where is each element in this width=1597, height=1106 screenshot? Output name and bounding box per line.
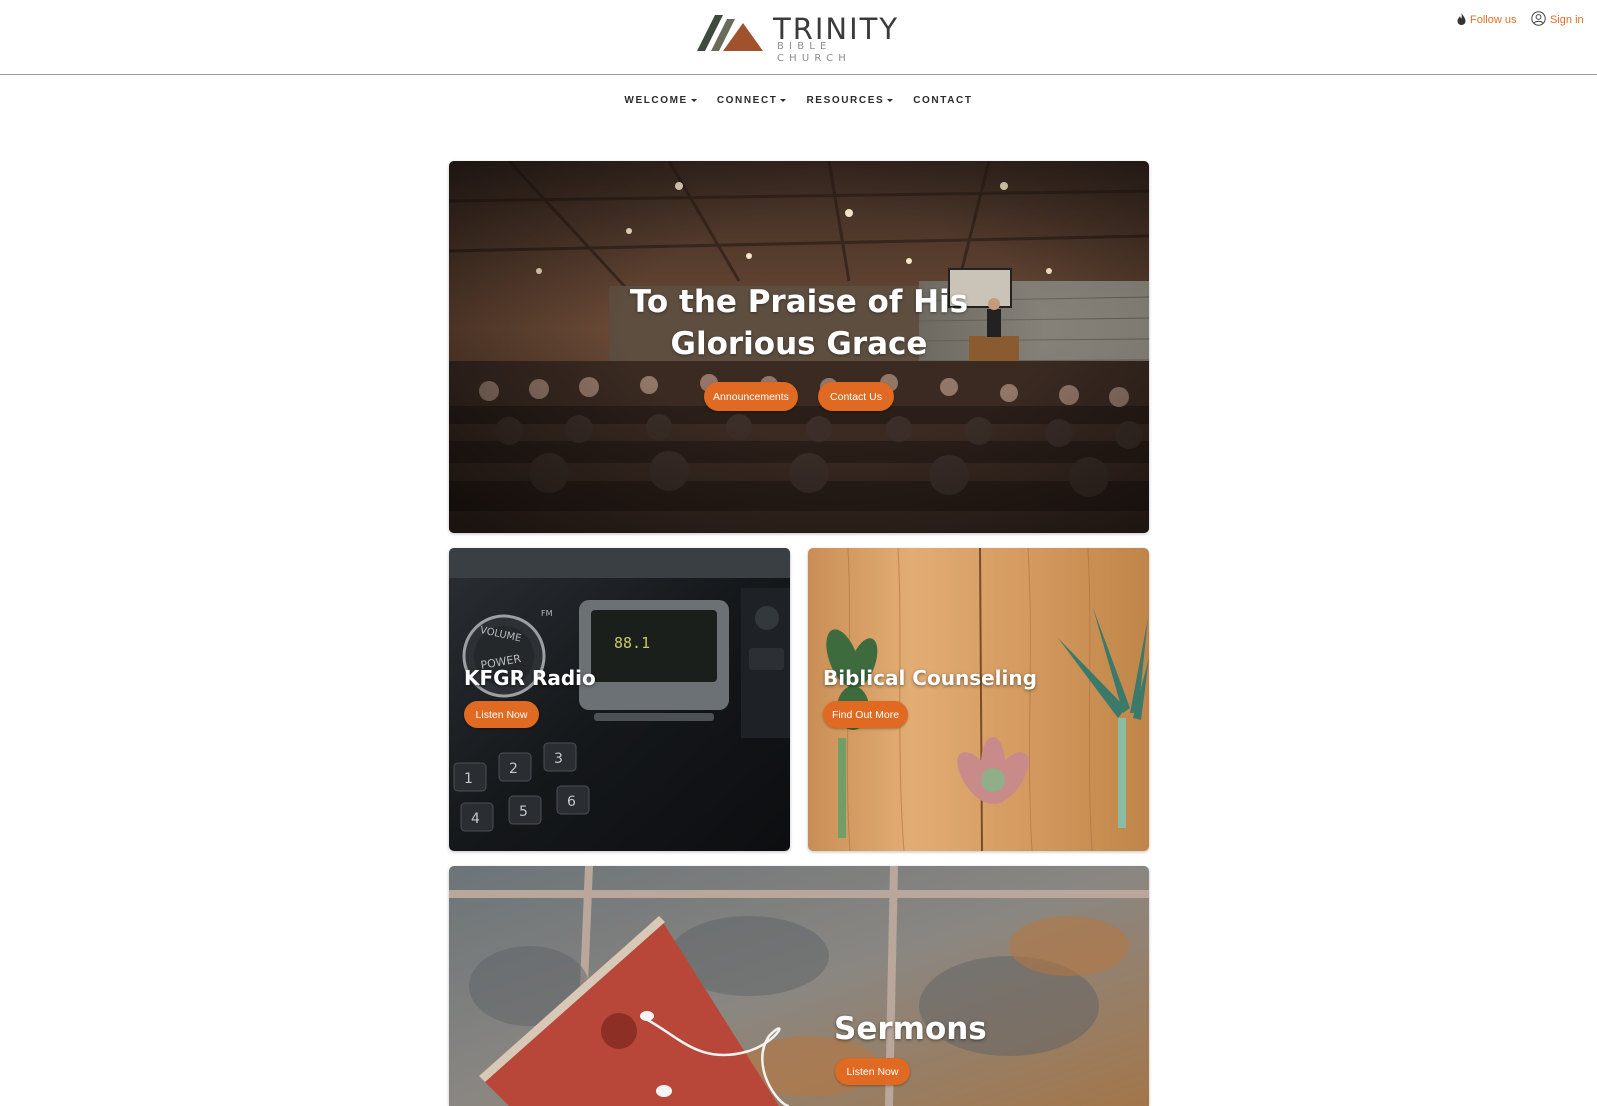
svg-text:3: 3 bbox=[554, 751, 563, 767]
nav-item-label: CONTACT bbox=[913, 95, 973, 106]
radio-display-text: 88.1 bbox=[614, 634, 650, 652]
find-out-more-button[interactable]: Find Out More bbox=[823, 701, 908, 728]
nav-item-contact[interactable]: CONTACT bbox=[913, 95, 972, 106]
nav-item-label: CONNECT bbox=[716, 95, 778, 106]
radio-title: KFGR Radio bbox=[464, 666, 596, 690]
succulents-background-image bbox=[808, 548, 1149, 851]
counseling-card: Biblical Counseling Find Out More bbox=[808, 548, 1149, 851]
follow-us-link[interactable]: Follow us bbox=[1457, 12, 1516, 28]
sign-in-label: Sign in bbox=[1550, 14, 1584, 26]
nav-item-label: RESOURCES bbox=[806, 95, 885, 106]
main-nav: WELCOME CONNECT RESOURCES CONTACT bbox=[0, 95, 1597, 106]
follow-us-label: Follow us bbox=[1470, 14, 1517, 26]
band-label: FM bbox=[541, 609, 553, 618]
logo-mountains-icon bbox=[697, 15, 763, 51]
radio-listen-now-button[interactable]: Listen Now bbox=[464, 701, 539, 728]
follow-icon bbox=[1457, 12, 1466, 28]
announcements-button[interactable]: Announcements bbox=[704, 382, 798, 411]
svg-text:6: 6 bbox=[567, 794, 576, 810]
logo-subtitle: BIBLE CHURCH bbox=[777, 41, 851, 64]
nav-item-resources[interactable]: RESOURCES bbox=[806, 95, 894, 106]
svg-text:2: 2 bbox=[509, 761, 518, 777]
hero-banner: To the Praise of His Glorious Grace Anno… bbox=[449, 161, 1149, 533]
caret-down-icon bbox=[780, 99, 787, 102]
site-header: TRINITY BIBLE CHURCH Follow us Sign in bbox=[0, 0, 1597, 75]
svg-text:1: 1 bbox=[464, 771, 473, 787]
nav-item-welcome[interactable]: WELCOME bbox=[624, 95, 697, 106]
car-radio-background-image: 88.1 VOLUME POWER FM 123 4 56 bbox=[449, 548, 790, 851]
sermons-title: Sermons bbox=[834, 1011, 987, 1047]
nav-item-label: WELCOME bbox=[624, 95, 688, 106]
nav-item-connect[interactable]: CONNECT bbox=[717, 95, 787, 106]
contact-us-button[interactable]: Contact Us bbox=[818, 382, 894, 411]
sermons-listen-now-button[interactable]: Listen Now bbox=[835, 1058, 910, 1085]
hero-title: To the Praise of His Glorious Grace bbox=[629, 284, 969, 362]
user-icon bbox=[1531, 11, 1546, 29]
sign-in-link[interactable]: Sign in bbox=[1531, 11, 1584, 29]
svg-text:4: 4 bbox=[471, 811, 480, 827]
counseling-title: Biblical Counseling bbox=[823, 666, 1037, 690]
svg-text:5: 5 bbox=[519, 804, 528, 820]
radio-card: 88.1 VOLUME POWER FM 123 456 KFGR Radio … bbox=[449, 548, 790, 851]
site-logo[interactable]: TRINITY BIBLE CHURCH bbox=[697, 13, 907, 64]
caret-down-icon bbox=[690, 99, 697, 102]
bible-background-image bbox=[449, 866, 1149, 1106]
sermons-card: Sermons Listen Now bbox=[449, 866, 1149, 1106]
caret-down-icon bbox=[887, 99, 894, 102]
